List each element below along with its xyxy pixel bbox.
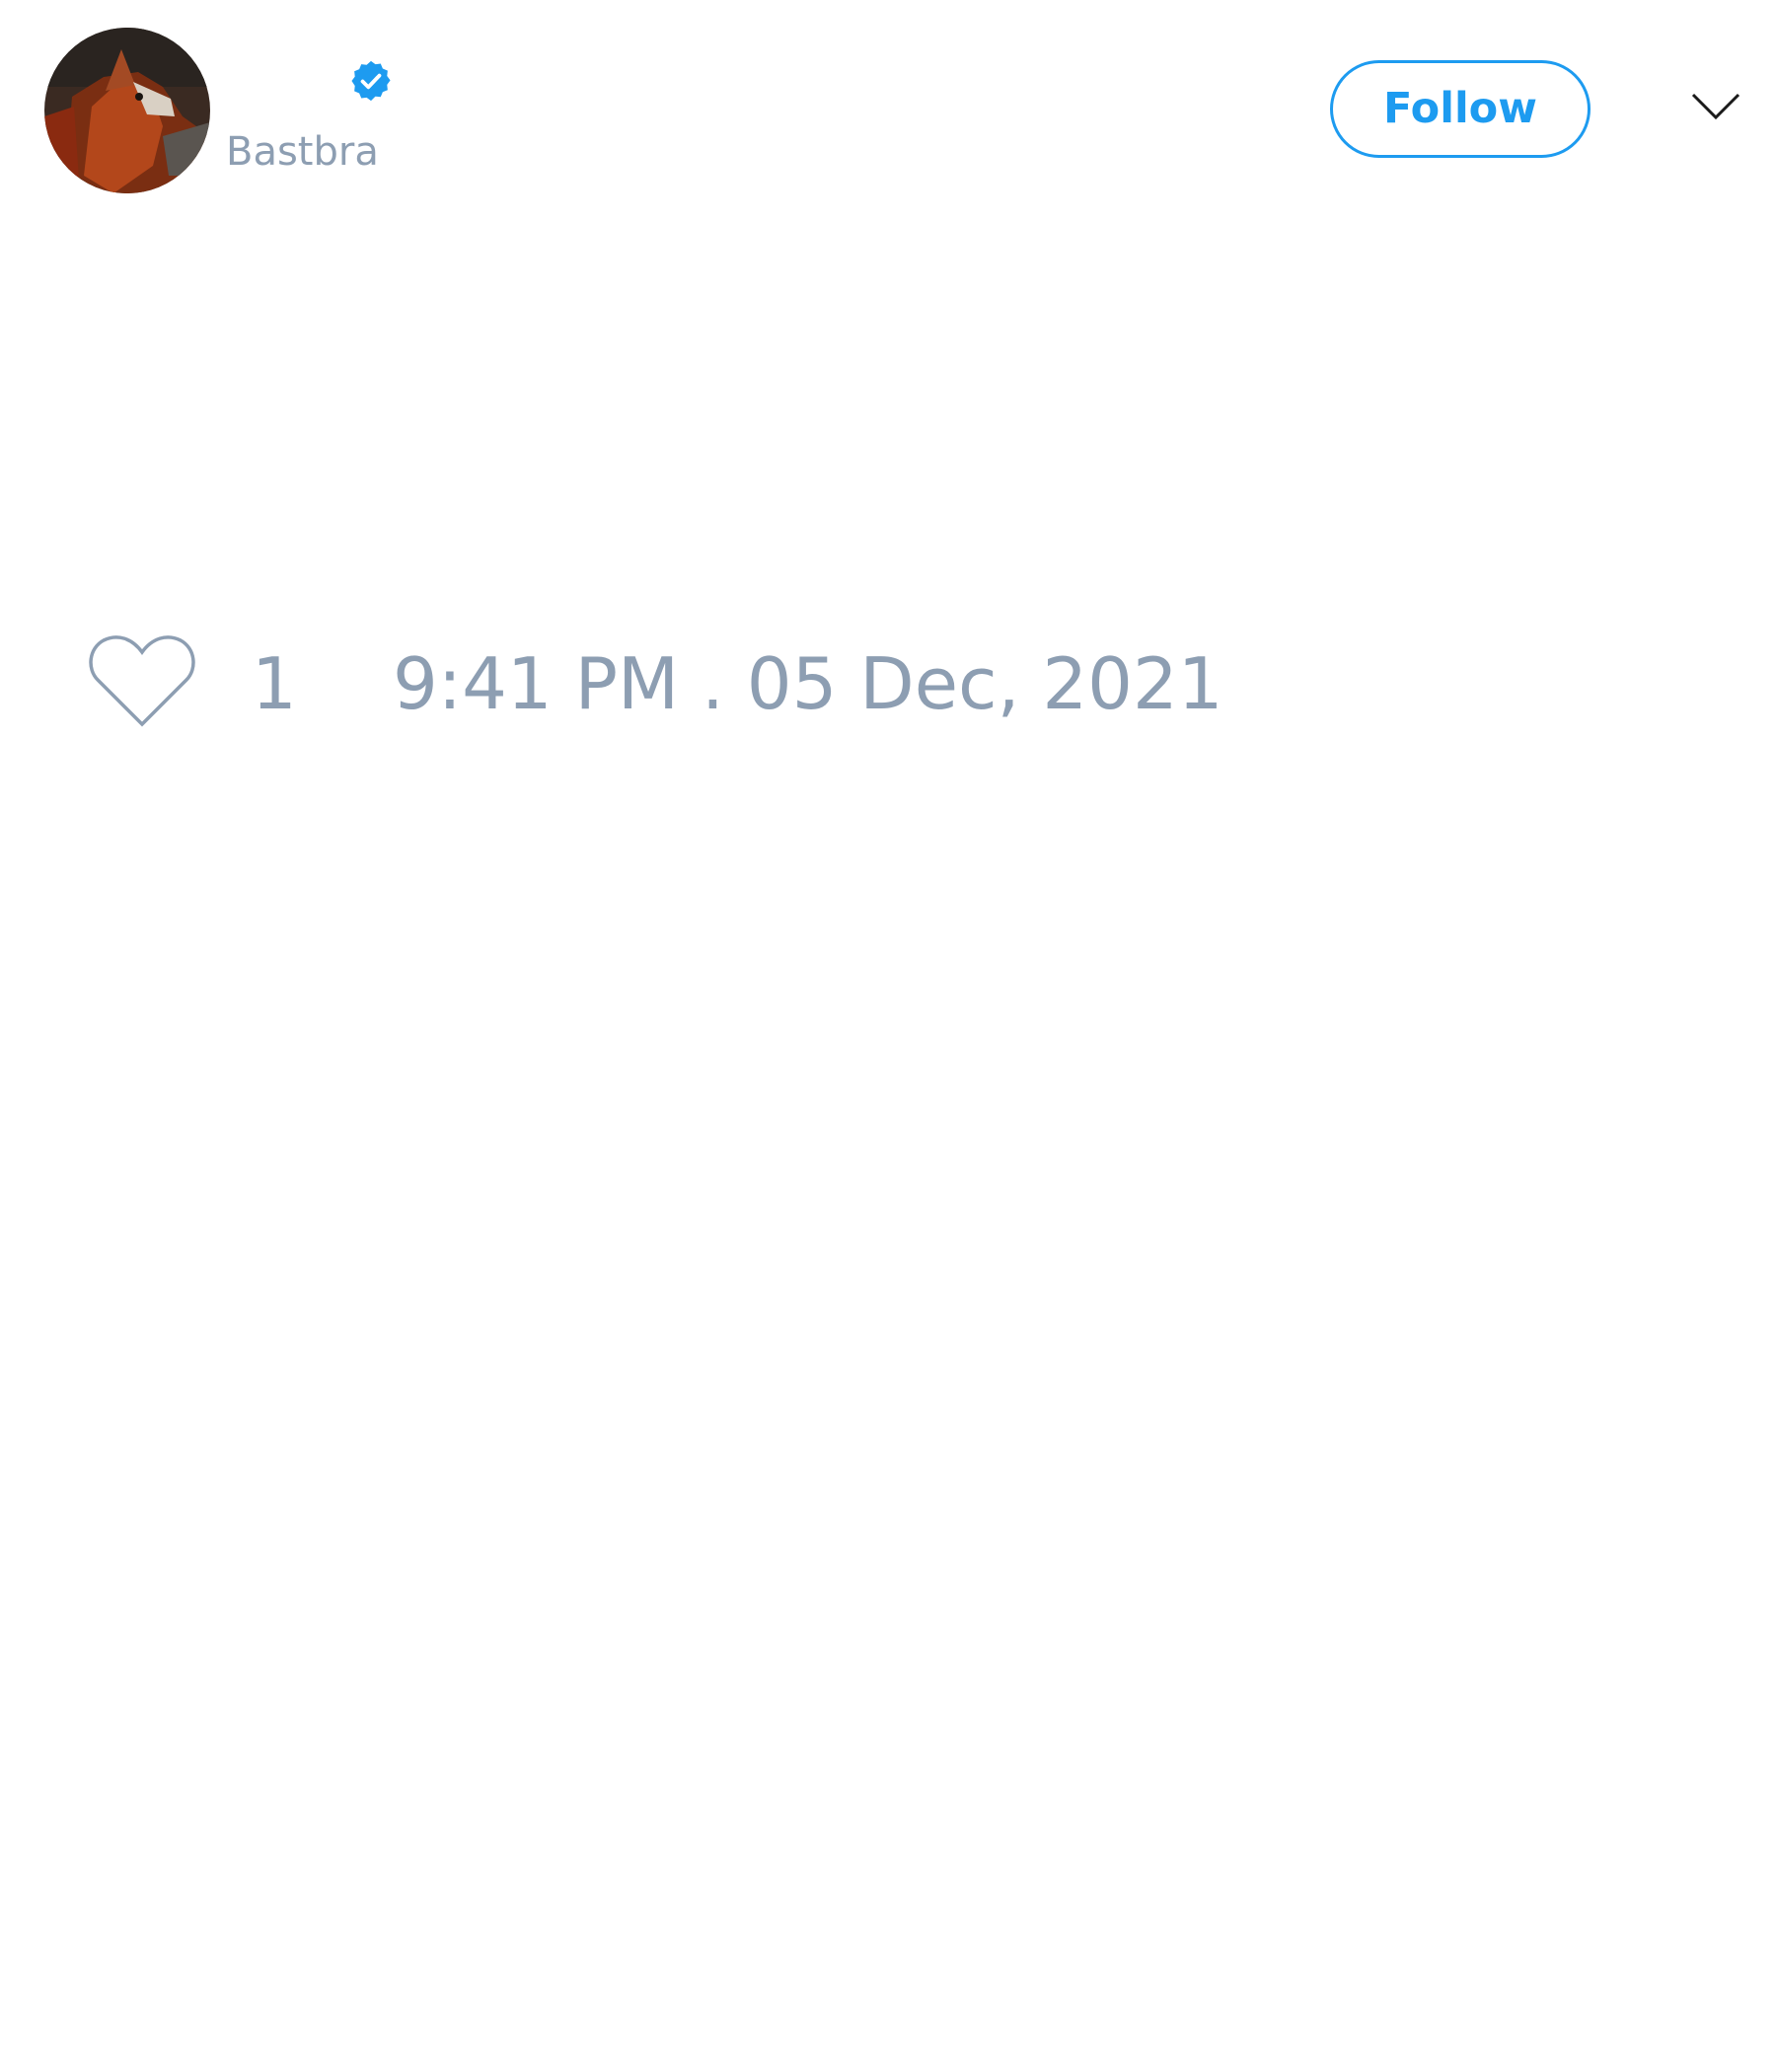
author-handle[interactable]: Bastbra [226, 124, 379, 180]
tweet-timestamp[interactable]: 9:41 PM . 05 Dec, 2021 [393, 641, 1223, 726]
fox-avatar-image [44, 28, 210, 193]
heart-outline-icon[interactable] [89, 633, 195, 728]
tweet-card: Bastbra Follow 1 9:41 PM . 05 Dec, 2021 [0, 0, 1776, 2072]
author-avatar[interactable] [44, 28, 210, 193]
chevron-down-icon[interactable] [1690, 91, 1741, 122]
verified-badge-icon [351, 60, 391, 102]
like-count: 1 [252, 642, 297, 725]
follow-button[interactable]: Follow [1330, 60, 1591, 158]
